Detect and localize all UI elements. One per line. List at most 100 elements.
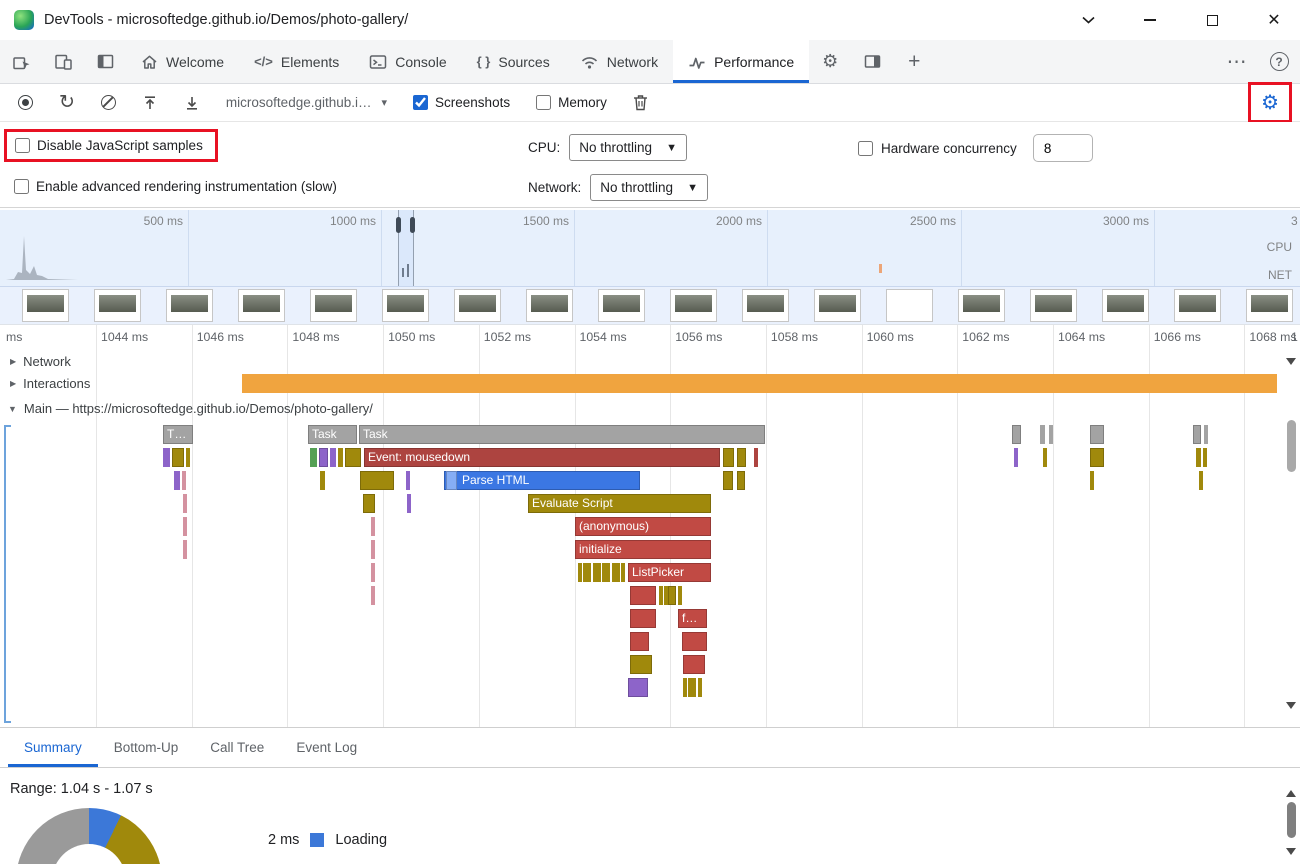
maximize-button[interactable] (1196, 0, 1228, 40)
screenshot-thumbnail[interactable] (670, 289, 717, 322)
flame-bar[interactable]: Task (359, 425, 765, 444)
flame-bar[interactable] (1043, 448, 1047, 467)
flame-bar[interactable] (371, 586, 375, 605)
screenshot-thumbnail[interactable] (454, 289, 501, 322)
screenshot-thumbnail[interactable] (1174, 289, 1221, 322)
screenshot-thumbnail[interactable] (1102, 289, 1149, 322)
flame-bar[interactable] (668, 586, 676, 605)
screenshot-thumbnail[interactable] (958, 289, 1005, 322)
add-panel-icon[interactable]: + (893, 40, 935, 83)
flame-bar[interactable]: (anonymous) (575, 517, 711, 536)
flame-bar[interactable] (630, 586, 656, 605)
screenshot-thumbnail[interactable] (526, 289, 573, 322)
screenshot-thumbnail[interactable] (310, 289, 357, 322)
flame-bar[interactable] (1012, 425, 1021, 444)
flame-bar[interactable] (630, 609, 656, 628)
screenshot-thumbnail[interactable] (1030, 289, 1077, 322)
flame-bar[interactable] (723, 448, 734, 467)
flame-bar[interactable] (363, 494, 375, 513)
expand-arrow-icon[interactable]: ▼ (8, 404, 17, 414)
tab-welcome[interactable]: Welcome (126, 40, 239, 83)
tab-summary[interactable]: Summary (8, 728, 98, 767)
flame-bar[interactable] (616, 563, 620, 582)
flame-bar[interactable] (683, 655, 705, 674)
flame-bar[interactable] (1203, 448, 1207, 467)
flame-bar[interactable] (1199, 471, 1203, 490)
flame-bar[interactable]: T… (163, 425, 193, 444)
flame-bar[interactable] (338, 448, 343, 467)
inspect-icon[interactable] (0, 40, 42, 83)
screenshot-thumbnail[interactable] (22, 289, 69, 322)
screenshot-thumbnail[interactable] (814, 289, 861, 322)
flame-bar[interactable] (587, 563, 591, 582)
help-icon[interactable]: ? (1258, 40, 1300, 83)
screenshot-thumbnail[interactable] (598, 289, 645, 322)
tab-console[interactable]: Console (354, 40, 461, 83)
flame-bar[interactable] (320, 471, 325, 490)
flame-bar[interactable] (310, 448, 317, 467)
flame-bar[interactable] (446, 471, 457, 490)
reload-and-record-icon[interactable]: ↻ (59, 93, 75, 112)
device-toolbar-icon[interactable] (42, 40, 84, 83)
screenshot-thumbnail[interactable] (94, 289, 141, 322)
flame-bar[interactable] (163, 448, 170, 467)
flame-bar[interactable] (578, 563, 582, 582)
flame-bar[interactable] (1049, 425, 1053, 444)
tab-elements[interactable]: </> Elements (239, 40, 354, 83)
flame-bar[interactable] (597, 563, 601, 582)
flame-bar[interactable] (723, 471, 733, 490)
flame-bar[interactable] (659, 586, 663, 605)
timeline-overview[interactable]: 500 ms1000 ms1500 ms2000 ms2500 ms3000 m… (0, 210, 1300, 287)
hardware-concurrency-checkbox[interactable] (858, 141, 873, 156)
dock-side-icon[interactable] (84, 40, 126, 83)
screenshot-thumbnail[interactable] (886, 289, 933, 322)
tab-performance[interactable]: Performance (673, 40, 809, 83)
flame-bar[interactable]: f… (678, 609, 707, 628)
flame-bar[interactable] (630, 632, 649, 651)
flame-bar[interactable] (174, 471, 180, 490)
flame-bar[interactable] (754, 448, 758, 467)
interaction-span-bar[interactable] (242, 374, 1277, 393)
flame-bar[interactable] (682, 632, 707, 651)
scroll-down-icon[interactable] (1286, 702, 1296, 709)
flame-chart[interactable]: T…TaskTaskEvent: mousedownParse HTMLEval… (0, 422, 1281, 726)
collapse-arrow-icon[interactable]: ▶ (10, 357, 16, 366)
flame-bar[interactable] (1090, 448, 1104, 467)
flame-bar[interactable] (330, 448, 336, 467)
flame-bar[interactable] (1090, 425, 1104, 444)
settings-gear-icon[interactable]: ⚙ (809, 40, 851, 83)
history-dropdown[interactable]: microsoftedge.github.i… ▾ (226, 95, 387, 110)
screenshot-thumbnail[interactable] (238, 289, 285, 322)
track-network[interactable]: ▶ Network (0, 350, 1282, 372)
more-options-icon[interactable]: ⋯ (1216, 40, 1258, 83)
trash-icon[interactable] (633, 94, 648, 111)
minimize-button[interactable] (1134, 0, 1166, 40)
scroll-down-icon[interactable] (1286, 848, 1296, 855)
flame-bar[interactable]: Task (308, 425, 357, 444)
flame-bar[interactable] (182, 471, 186, 490)
flame-bar[interactable] (678, 586, 682, 605)
flame-bar[interactable] (183, 517, 187, 536)
scroll-up-icon[interactable] (1286, 790, 1296, 797)
selection-window-right-handle[interactable] (410, 217, 415, 233)
tab-bottom-up[interactable]: Bottom-Up (98, 728, 195, 767)
flame-bar[interactable] (371, 563, 375, 582)
flame-bar[interactable] (319, 448, 328, 467)
flame-bar[interactable] (1014, 448, 1018, 467)
screenshot-thumbnail[interactable] (382, 289, 429, 322)
flame-bar[interactable] (1196, 448, 1201, 467)
save-profile-icon[interactable] (184, 95, 200, 111)
disable-js-toggle[interactable]: Disable JavaScript samples (15, 138, 203, 153)
flame-bar[interactable] (371, 517, 375, 536)
flame-bar[interactable]: ListPicker (628, 563, 711, 582)
flame-bar[interactable] (360, 471, 394, 490)
capture-settings-gear-icon[interactable]: ⚙ (1261, 90, 1279, 115)
disable-js-checkbox[interactable] (15, 138, 30, 153)
flame-bar[interactable] (183, 494, 187, 513)
screenshots-checkbox[interactable] (413, 95, 428, 110)
flame-bar[interactable] (406, 471, 410, 490)
selection-window-left-handle[interactable] (396, 217, 401, 233)
flame-bar[interactable] (692, 678, 696, 697)
screenshot-thumbnail[interactable] (166, 289, 213, 322)
flame-bar[interactable] (1204, 425, 1208, 444)
